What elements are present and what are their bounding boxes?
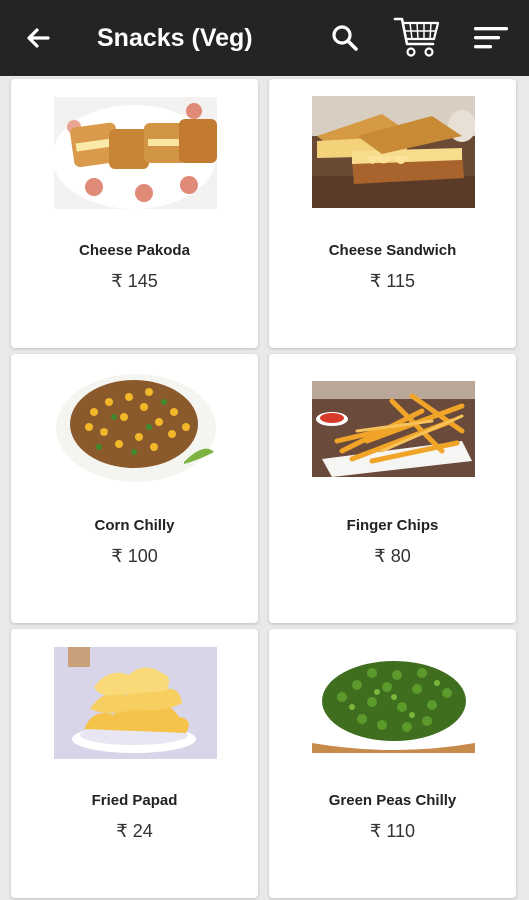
product-price: ₹ 115 — [369, 271, 416, 291]
product-price: ₹ 100 — [111, 546, 158, 566]
corn-chilly-image — [54, 372, 217, 484]
product-name: Fried Papad — [91, 792, 178, 809]
page-title: Snacks (Veg) — [97, 24, 253, 52]
fried-papad-image — [54, 647, 217, 759]
product-card[interactable]: Cheese Pakoda ₹ 145 — [11, 79, 258, 348]
product-price: ₹ 24 — [116, 821, 153, 841]
product-price: ₹ 80 — [374, 546, 411, 566]
search-icon[interactable] — [330, 23, 360, 53]
product-name: Green Peas Chilly — [328, 792, 457, 809]
arrow-back-icon[interactable] — [22, 22, 54, 54]
cheese-sandwich-image — [312, 96, 475, 208]
product-price: ₹ 145 — [111, 271, 158, 291]
product-card[interactable]: Finger Chips ₹ 80 — [269, 354, 516, 623]
product-name: Finger Chips — [346, 517, 439, 534]
cart-icon[interactable] — [393, 14, 441, 60]
product-grid: Cheese Pakoda ₹ 145 Cheese Sandwich ₹ 11… — [0, 76, 529, 900]
product-name: Corn Chilly — [94, 517, 175, 534]
app-bar: Snacks (Veg) — [0, 0, 529, 76]
product-price: ₹ 110 — [369, 821, 416, 841]
product-card[interactable]: Cheese Sandwich ₹ 115 — [269, 79, 516, 348]
green-peas-chilly-image — [312, 657, 475, 753]
product-card[interactable]: Fried Papad ₹ 24 — [11, 629, 258, 898]
product-card[interactable]: Corn Chilly ₹ 100 — [11, 354, 258, 623]
product-name: Cheese Pakoda — [79, 242, 190, 259]
finger-chips-image — [312, 381, 475, 477]
product-name: Cheese Sandwich — [328, 242, 457, 259]
sort-menu-icon[interactable] — [472, 24, 510, 52]
product-card[interactable]: Green Peas Chilly ₹ 110 — [269, 629, 516, 898]
cheese-pakoda-image — [54, 97, 217, 209]
